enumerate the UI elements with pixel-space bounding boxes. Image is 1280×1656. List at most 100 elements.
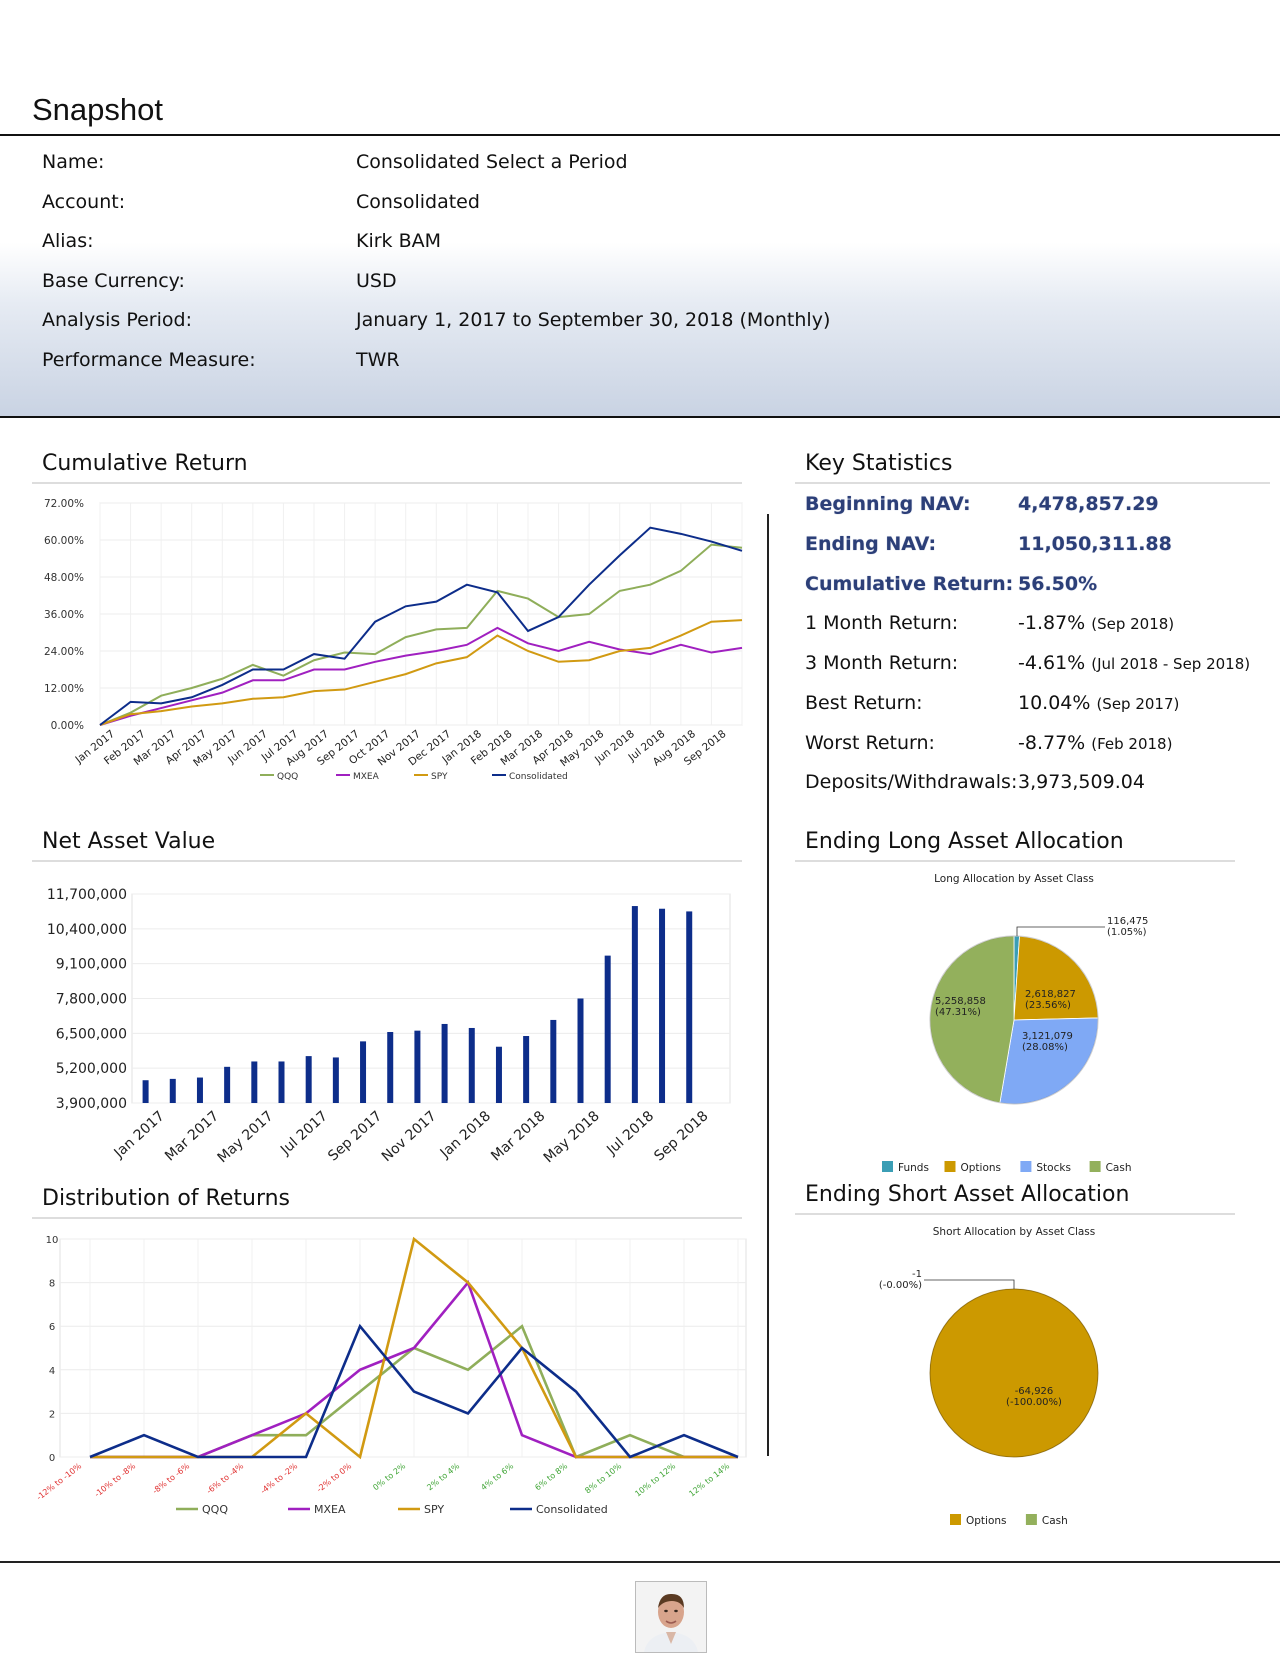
legend-label: SPY bbox=[424, 1503, 444, 1516]
y-tick-label: 5,200,000 bbox=[56, 1061, 127, 1077]
distribution-chart: 0 2 4 6 8 10 -12% to -10% -10% to -8% -8% to -6%… bbox=[35, 1235, 747, 1516]
nav-bar bbox=[659, 908, 666, 1103]
x-tick-label: 4% to 6% bbox=[479, 1461, 515, 1492]
legend-swatch bbox=[1020, 1161, 1032, 1172]
legend-label: Cash bbox=[1042, 1515, 1068, 1527]
legend-label: Stocks bbox=[1036, 1162, 1071, 1174]
y-tick-label: 10,400,000 bbox=[47, 922, 127, 938]
nav-bar bbox=[224, 1066, 231, 1103]
legend-label: QQQ bbox=[202, 1503, 228, 1516]
y-tick-label: 36.00% bbox=[44, 609, 84, 621]
pie-value-label: 5,258,858 bbox=[935, 996, 986, 1007]
y-tick-label: 7,800,000 bbox=[56, 992, 127, 1008]
pie-percent-label: (28.08%) bbox=[1022, 1042, 1068, 1053]
legend-swatch bbox=[944, 1161, 956, 1172]
x-tick-label: -6% to -4% bbox=[205, 1461, 246, 1496]
legend-swatch bbox=[882, 1161, 893, 1172]
y-tick-label: 72.00% bbox=[44, 498, 84, 510]
y-tick-label: 8 bbox=[49, 1279, 55, 1290]
x-tick-label: 6% to 8% bbox=[533, 1461, 569, 1492]
nav-bar bbox=[169, 1078, 176, 1103]
pie-slice-cash bbox=[929, 935, 1015, 1104]
pie-title: Long Allocation by Asset Class bbox=[934, 873, 1094, 885]
nav-bar bbox=[495, 1046, 502, 1103]
x-tick-label: Sep 2018 bbox=[651, 1108, 711, 1164]
nav-bar bbox=[387, 1031, 394, 1103]
legend-label: SPY bbox=[431, 772, 448, 782]
legend-label: Cash bbox=[1106, 1162, 1132, 1174]
pie-value-label: 2,618,827 bbox=[1025, 989, 1076, 1000]
pie-value-label: 116,475 bbox=[1107, 916, 1148, 927]
x-tick-label: Nov 2017 bbox=[379, 1108, 440, 1165]
y-tick-label: 6,500,000 bbox=[56, 1026, 127, 1042]
y-tick-label: 0.00% bbox=[51, 720, 84, 732]
y-tick-label: 2 bbox=[49, 1409, 55, 1420]
x-tick-label: 10% to 12% bbox=[633, 1461, 677, 1498]
pie-percent-label: (-0.00%) bbox=[879, 1280, 922, 1291]
pie-leader-line bbox=[1016, 926, 1105, 936]
pie-chart-long-alloc: Long Allocation by Asset Class 116,475(1.… bbox=[882, 873, 1148, 1174]
pie-chart-short-alloc: Short Allocation by Asset Class -1(-0.00%… bbox=[879, 1226, 1099, 1527]
x-tick-label: Mar 2017 bbox=[162, 1108, 222, 1164]
legend-label: QQQ bbox=[277, 772, 298, 782]
legend-label: Funds bbox=[898, 1162, 929, 1174]
nav-bar bbox=[686, 911, 693, 1103]
y-tick-label: 48.00% bbox=[44, 572, 84, 584]
net-asset-value-chart: 3,900,000 5,200,000 6,500,000 7,800,000 9,10… bbox=[47, 887, 731, 1166]
x-tick-label: 12% to 14% bbox=[687, 1461, 731, 1498]
x-tick-label: -10% to -8% bbox=[93, 1461, 138, 1499]
legend-label: Options bbox=[961, 1162, 1002, 1174]
pie-percent-label: (-100.00%) bbox=[1006, 1397, 1062, 1408]
nav-bar bbox=[550, 1019, 557, 1103]
y-tick-label: 4 bbox=[49, 1366, 55, 1377]
legend-label: Options bbox=[966, 1515, 1007, 1527]
profile-photo bbox=[635, 1581, 707, 1653]
y-tick-label: 3,900,000 bbox=[56, 1096, 127, 1112]
y-tick-label: 9,100,000 bbox=[56, 957, 127, 973]
pie-value-label: -1 bbox=[912, 1269, 922, 1280]
pie-leader-line bbox=[924, 1279, 1015, 1289]
y-tick-label: 12.00% bbox=[44, 683, 84, 695]
pie-slice-options bbox=[929, 1288, 1099, 1458]
nav-bar bbox=[278, 1061, 285, 1103]
x-tick-label: 0% to 2% bbox=[371, 1461, 407, 1492]
cumulative-return-plot: 0.00% 12.00% 24.00% 36.00% 48.00% 60.00% 72.00… bbox=[44, 498, 743, 782]
cumulative-return-chart: 0.00% 12.00% 24.00% 36.00% 48.00% 60.00% 72.00… bbox=[35, 498, 1149, 1527]
x-tick-label: 8% to 10% bbox=[583, 1461, 623, 1495]
x-tick-label: -4% to -2% bbox=[259, 1461, 300, 1496]
y-tick-label: 0 bbox=[49, 1453, 55, 1464]
y-tick-label: 6 bbox=[49, 1322, 55, 1333]
pie-percent-label: (1.05%) bbox=[1107, 927, 1147, 938]
pie-title: Short Allocation by Asset Class bbox=[933, 1226, 1096, 1238]
legend-label: MXEA bbox=[314, 1503, 346, 1516]
plot-area bbox=[59, 1238, 747, 1458]
y-tick-label: 60.00% bbox=[44, 535, 84, 547]
legend-label: Consolidated bbox=[509, 772, 568, 782]
x-tick-label: 2% to 4% bbox=[425, 1461, 461, 1492]
x-tick-label: May 2018 bbox=[541, 1108, 603, 1166]
legend-swatch bbox=[1089, 1161, 1101, 1172]
nav-bar bbox=[631, 906, 638, 1103]
pie-value-label: 3,121,079 bbox=[1022, 1031, 1073, 1042]
y-tick-label: 11,700,000 bbox=[47, 887, 127, 903]
x-tick-label: Sep 2017 bbox=[325, 1108, 385, 1164]
x-tick-label: Jul 2017 bbox=[277, 1108, 331, 1159]
nav-bar bbox=[468, 1027, 475, 1103]
nav-bar bbox=[142, 1080, 149, 1103]
x-tick-label: Jul 2018 bbox=[603, 1108, 657, 1159]
pie-percent-label: (23.56%) bbox=[1025, 1000, 1071, 1011]
x-tick-label: May 2017 bbox=[215, 1108, 277, 1166]
x-tick-label: Jan 2018 bbox=[437, 1108, 494, 1162]
x-tick-label: Jan 2017 bbox=[111, 1108, 168, 1162]
nav-bar bbox=[414, 1030, 421, 1103]
nav-bar bbox=[360, 1041, 367, 1103]
nav-bar bbox=[251, 1061, 258, 1103]
legend-label: Consolidated bbox=[536, 1503, 608, 1516]
x-tick-label: Mar 2018 bbox=[488, 1108, 548, 1164]
nav-bar bbox=[196, 1077, 203, 1103]
nav-bar bbox=[604, 955, 611, 1103]
legend-swatch bbox=[1025, 1514, 1037, 1525]
legend-label: MXEA bbox=[353, 772, 380, 782]
nav-bar bbox=[305, 1056, 312, 1103]
pie-value-label: -64,926 bbox=[1015, 1386, 1054, 1397]
